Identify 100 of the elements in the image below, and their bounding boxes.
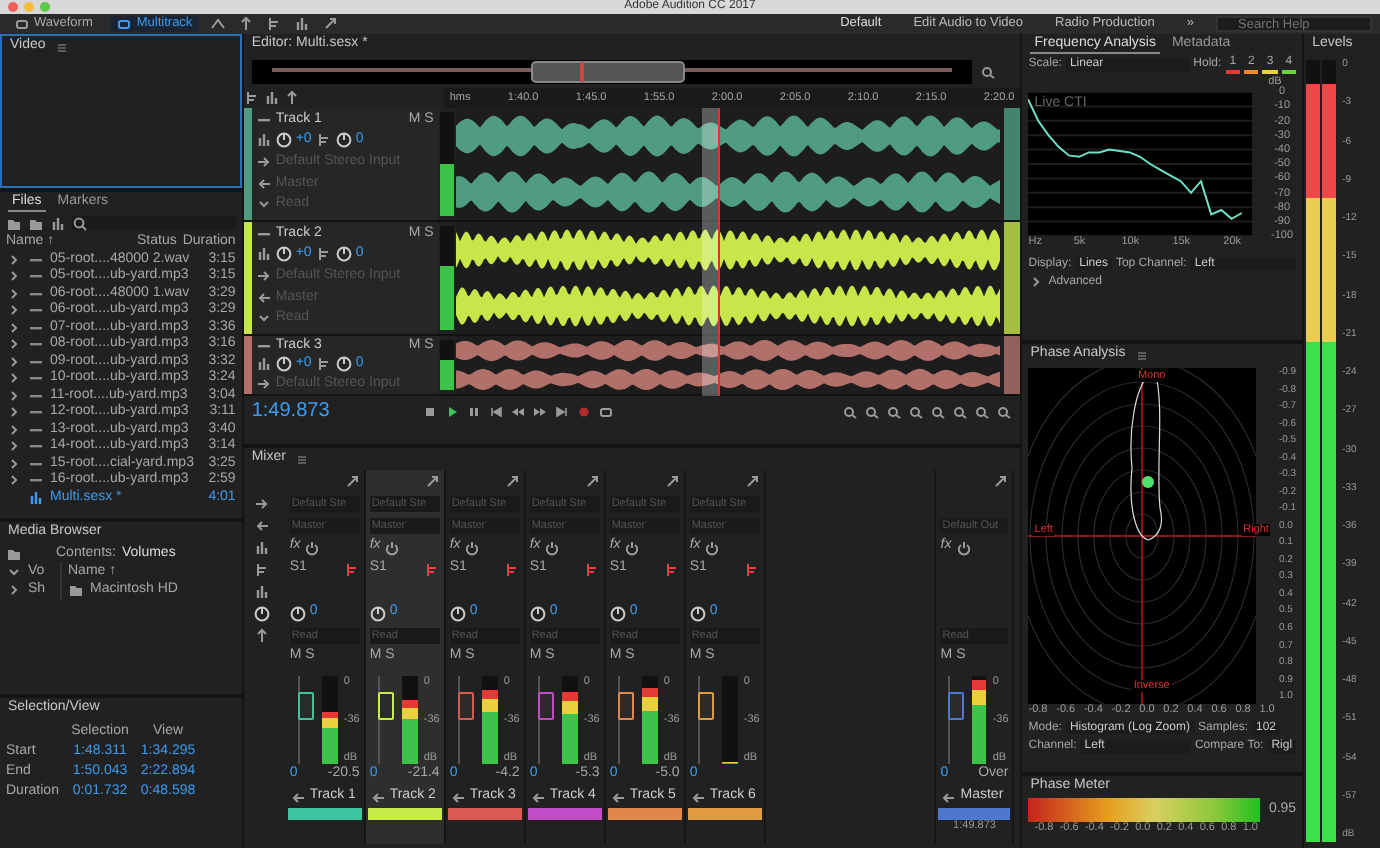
send-mute-icon[interactable] [503, 561, 520, 577]
volume-icon[interactable] [255, 132, 272, 149]
go-to-start-icon[interactable] [487, 404, 504, 420]
panel-menu-icon[interactable] [293, 451, 310, 467]
zoom-icon[interactable] [930, 404, 947, 420]
pan-knob-icon[interactable] [335, 356, 352, 373]
link-icon[interactable] [343, 473, 360, 489]
volume-knob-icon[interactable] [275, 132, 292, 149]
fader-track[interactable] [537, 676, 557, 764]
send-mute-icon[interactable] [743, 561, 760, 577]
expand-icon[interactable] [6, 563, 22, 580]
channel-color-bar[interactable] [447, 808, 522, 820]
zoom-icon[interactable] [886, 404, 903, 420]
channel-color-bar[interactable] [607, 808, 682, 820]
channel-color-bar[interactable] [287, 808, 362, 820]
zoom-icon[interactable] [908, 404, 925, 420]
expand-icon[interactable] [6, 582, 22, 599]
power-icon[interactable] [544, 539, 561, 555]
send-mute-icon[interactable] [343, 561, 360, 577]
fader-track[interactable] [617, 676, 637, 764]
link-icon[interactable] [992, 473, 1009, 489]
output-icon[interactable] [449, 789, 466, 805]
channel-color-bar[interactable] [938, 808, 1011, 820]
fader-handle[interactable] [617, 692, 634, 720]
zoom-icon[interactable] [842, 404, 859, 420]
pan-knob-icon[interactable] [289, 605, 306, 621]
fader-track[interactable] [377, 676, 397, 764]
fader-handle[interactable] [697, 692, 714, 720]
panel-menu-icon[interactable] [53, 39, 70, 55]
fader-track[interactable] [297, 676, 317, 764]
output-icon[interactable] [689, 789, 706, 805]
zoom-icon[interactable] [952, 404, 969, 420]
volume-icon[interactable] [255, 356, 272, 373]
fader-track[interactable] [697, 676, 717, 764]
channel-color-bar[interactable] [687, 808, 762, 820]
toolbar-tool-icon[interactable] [294, 16, 311, 32]
input-icon[interactable] [255, 375, 272, 392]
volume-knob-icon[interactable] [275, 356, 292, 373]
track-tool-icon[interactable] [243, 89, 260, 106]
power-icon[interactable] [304, 539, 321, 555]
link-icon[interactable] [583, 473, 600, 489]
loop-icon[interactable] [597, 404, 614, 420]
fader-track[interactable] [457, 676, 477, 764]
fader-handle[interactable] [948, 692, 965, 720]
automation-icon[interactable] [255, 310, 272, 327]
link-icon[interactable] [663, 473, 680, 489]
output-icon[interactable] [369, 789, 386, 805]
panel-menu-icon[interactable] [1133, 347, 1150, 363]
channel-color-bar[interactable] [367, 808, 442, 820]
input-icon[interactable] [255, 267, 272, 284]
toolbar-tool-icon[interactable] [266, 16, 283, 32]
power-icon[interactable] [704, 539, 721, 555]
fader-track[interactable] [948, 676, 967, 764]
pan-icon[interactable] [315, 246, 332, 263]
link-icon[interactable] [743, 473, 760, 489]
expand-icon[interactable] [1028, 274, 1045, 291]
send-mute-icon[interactable] [423, 561, 440, 577]
input-icon[interactable] [255, 153, 272, 170]
toolbar-tool-icon[interactable] [238, 16, 255, 32]
output-icon[interactable] [529, 789, 546, 805]
link-icon[interactable] [423, 473, 440, 489]
playhead-selection[interactable] [701, 108, 720, 396]
fast-forward-icon[interactable] [531, 404, 548, 420]
toolbar-tool-icon[interactable] [322, 16, 339, 32]
pan-knob-icon[interactable] [689, 605, 706, 621]
output-icon[interactable] [289, 789, 306, 805]
output-icon[interactable] [255, 175, 272, 192]
zoom-icon[interactable] [979, 64, 996, 80]
toolbar-tool-icon[interactable] [210, 16, 227, 32]
pan-icon[interactable] [315, 356, 332, 373]
channel-color-bar[interactable] [527, 808, 602, 820]
pan-icon[interactable] [315, 132, 332, 149]
overview-drawing[interactable] [251, 60, 972, 84]
pan-knob-icon[interactable] [369, 605, 386, 621]
pan-knob-icon[interactable] [529, 605, 546, 621]
output-icon[interactable] [609, 789, 626, 805]
send-mute-icon[interactable] [663, 561, 680, 577]
go-to-end-icon[interactable] [553, 404, 570, 420]
fader-handle[interactable] [457, 692, 474, 720]
power-icon[interactable] [464, 539, 481, 555]
filter-field[interactable] [72, 216, 236, 231]
fader-handle[interactable] [537, 692, 554, 720]
fader-handle[interactable] [297, 692, 314, 720]
send-mute-icon[interactable] [583, 561, 600, 577]
track-tool-icon[interactable] [263, 89, 280, 106]
track-tool-icon[interactable] [283, 89, 300, 106]
rewind-icon[interactable] [509, 404, 526, 420]
output-icon[interactable] [940, 789, 957, 805]
zoom-icon[interactable] [864, 404, 881, 420]
output-icon[interactable] [255, 289, 272, 306]
volume-icon[interactable] [255, 246, 272, 263]
play-icon[interactable] [443, 404, 460, 420]
power-icon[interactable] [955, 539, 972, 555]
record-icon[interactable] [575, 404, 592, 420]
volume-knob-icon[interactable] [275, 246, 292, 263]
pan-knob-icon[interactable] [335, 132, 352, 149]
link-icon[interactable] [503, 473, 520, 489]
power-icon[interactable] [624, 539, 641, 555]
zoom-icon[interactable] [996, 404, 1013, 420]
pause-icon[interactable] [465, 404, 482, 420]
